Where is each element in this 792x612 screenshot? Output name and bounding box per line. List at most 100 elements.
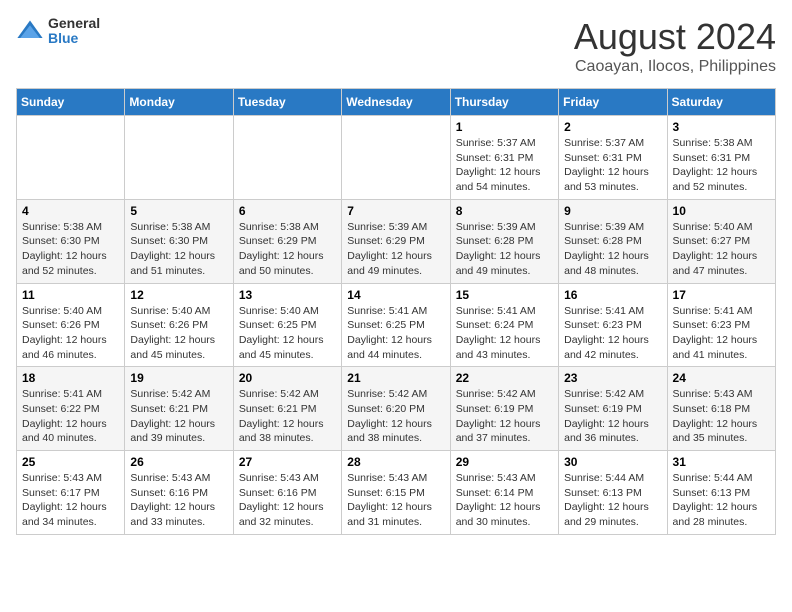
calendar-cell: 7 Sunrise: 5:39 AMSunset: 6:29 PMDaylight… (342, 199, 450, 283)
day-info: Sunrise: 5:40 AMSunset: 6:25 PMDaylight:… (239, 304, 336, 363)
day-info: Sunrise: 5:37 AMSunset: 6:31 PMDaylight:… (564, 136, 661, 195)
day-number: 21 (347, 371, 444, 385)
page-header: General Blue August 2024 Caoayan, Ilocos… (16, 16, 776, 76)
day-info: Sunrise: 5:41 AMSunset: 6:23 PMDaylight:… (564, 304, 661, 363)
calendar-cell: 30 Sunrise: 5:44 AMSunset: 6:13 PMDayligh… (559, 451, 667, 535)
calendar-cell (342, 116, 450, 200)
day-number: 15 (456, 288, 553, 302)
day-number: 2 (564, 120, 661, 134)
calendar-cell: 29 Sunrise: 5:43 AMSunset: 6:14 PMDayligh… (450, 451, 558, 535)
weekday-header-saturday: Saturday (667, 89, 775, 116)
logo-general: General (48, 16, 100, 31)
day-info: Sunrise: 5:43 AMSunset: 6:15 PMDaylight:… (347, 471, 444, 530)
day-number: 10 (673, 204, 770, 218)
calendar-table: SundayMondayTuesdayWednesdayThursdayFrid… (16, 88, 776, 535)
day-info: Sunrise: 5:40 AMSunset: 6:27 PMDaylight:… (673, 220, 770, 279)
day-info: Sunrise: 5:43 AMSunset: 6:14 PMDaylight:… (456, 471, 553, 530)
calendar-cell (125, 116, 233, 200)
calendar-cell: 16Sunrise: 5:41 AMSunset: 6:23 PMDayligh… (559, 283, 667, 367)
calendar-cell: 21Sunrise: 5:42 AMSunset: 6:20 PMDayligh… (342, 367, 450, 451)
calendar-cell: 17 Sunrise: 5:41 AMSunset: 6:23 PMDayligh… (667, 283, 775, 367)
day-number: 6 (239, 204, 336, 218)
day-number: 5 (130, 204, 227, 218)
calendar-cell: 1Sunrise: 5:37 AMSunset: 6:31 PMDaylight… (450, 116, 558, 200)
day-info: Sunrise: 5:39 AMSunset: 6:29 PMDaylight:… (347, 220, 444, 279)
logo-text: General Blue (48, 16, 100, 47)
calendar-week-row: 1Sunrise: 5:37 AMSunset: 6:31 PMDaylight… (17, 116, 776, 200)
day-number: 7 (347, 204, 444, 218)
day-number: 17 (673, 288, 770, 302)
day-info: Sunrise: 5:40 AMSunset: 6:26 PMDaylight:… (130, 304, 227, 363)
calendar-cell: 19 Sunrise: 5:42 AMSunset: 6:21 PMDayligh… (125, 367, 233, 451)
day-info: Sunrise: 5:44 AMSunset: 6:13 PMDaylight:… (564, 471, 661, 530)
day-number: 24 (673, 371, 770, 385)
calendar-cell (17, 116, 125, 200)
calendar-cell: 18Sunrise: 5:41 AMSunset: 6:22 PMDayligh… (17, 367, 125, 451)
day-info: Sunrise: 5:43 AMSunset: 6:16 PMDaylight:… (239, 471, 336, 530)
calendar-cell: 2 Sunrise: 5:37 AMSunset: 6:31 PMDaylight… (559, 116, 667, 200)
day-number: 28 (347, 455, 444, 469)
calendar-cell: 31 Sunrise: 5:44 AMSunset: 6:13 PMDayligh… (667, 451, 775, 535)
logo-blue: Blue (48, 31, 100, 46)
day-number: 30 (564, 455, 661, 469)
calendar-cell: 27 Sunrise: 5:43 AMSunset: 6:16 PMDayligh… (233, 451, 341, 535)
calendar-cell: 6 Sunrise: 5:38 AMSunset: 6:29 PMDaylight… (233, 199, 341, 283)
calendar-week-row: 25 Sunrise: 5:43 AMSunset: 6:17 PMDayligh… (17, 451, 776, 535)
day-number: 23 (564, 371, 661, 385)
day-info: Sunrise: 5:41 AMSunset: 6:24 PMDaylight:… (456, 304, 553, 363)
calendar-week-row: 4Sunrise: 5:38 AMSunset: 6:30 PMDaylight… (17, 199, 776, 283)
day-number: 22 (456, 371, 553, 385)
title-block: August 2024 Caoayan, Ilocos, Philippines (574, 16, 776, 76)
day-number: 19 (130, 371, 227, 385)
day-number: 25 (22, 455, 119, 469)
calendar-cell: 14 Sunrise: 5:41 AMSunset: 6:25 PMDayligh… (342, 283, 450, 367)
calendar-cell: 26 Sunrise: 5:43 AMSunset: 6:16 PMDayligh… (125, 451, 233, 535)
day-info: Sunrise: 5:43 AMSunset: 6:17 PMDaylight:… (22, 471, 119, 530)
calendar-cell: 15 Sunrise: 5:41 AMSunset: 6:24 PMDayligh… (450, 283, 558, 367)
day-number: 18 (22, 371, 119, 385)
calendar-week-row: 11 Sunrise: 5:40 AMSunset: 6:26 PMDayligh… (17, 283, 776, 367)
calendar-cell: 13Sunrise: 5:40 AMSunset: 6:25 PMDayligh… (233, 283, 341, 367)
day-info: Sunrise: 5:42 AMSunset: 6:21 PMDaylight:… (130, 387, 227, 446)
day-info: Sunrise: 5:39 AMSunset: 6:28 PMDaylight:… (564, 220, 661, 279)
calendar-cell: 9 Sunrise: 5:39 AMSunset: 6:28 PMDaylight… (559, 199, 667, 283)
day-number: 27 (239, 455, 336, 469)
weekday-header-sunday: Sunday (17, 89, 125, 116)
day-info: Sunrise: 5:41 AMSunset: 6:25 PMDaylight:… (347, 304, 444, 363)
day-info: Sunrise: 5:43 AMSunset: 6:18 PMDaylight:… (673, 387, 770, 446)
calendar-cell: 11 Sunrise: 5:40 AMSunset: 6:26 PMDayligh… (17, 283, 125, 367)
day-info: Sunrise: 5:38 AMSunset: 6:29 PMDaylight:… (239, 220, 336, 279)
calendar-cell: 8Sunrise: 5:39 AMSunset: 6:28 PMDaylight… (450, 199, 558, 283)
day-number: 26 (130, 455, 227, 469)
calendar-cell (233, 116, 341, 200)
day-number: 20 (239, 371, 336, 385)
day-info: Sunrise: 5:44 AMSunset: 6:13 PMDaylight:… (673, 471, 770, 530)
calendar-cell: 22Sunrise: 5:42 AMSunset: 6:19 PMDayligh… (450, 367, 558, 451)
calendar-cell: 28 Sunrise: 5:43 AMSunset: 6:15 PMDayligh… (342, 451, 450, 535)
calendar-cell: 10 Sunrise: 5:40 AMSunset: 6:27 PMDayligh… (667, 199, 775, 283)
day-number: 29 (456, 455, 553, 469)
day-info: Sunrise: 5:42 AMSunset: 6:19 PMDaylight:… (564, 387, 661, 446)
day-number: 9 (564, 204, 661, 218)
day-number: 31 (673, 455, 770, 469)
day-info: Sunrise: 5:43 AMSunset: 6:16 PMDaylight:… (130, 471, 227, 530)
day-number: 8 (456, 204, 553, 218)
calendar-cell: 5Sunrise: 5:38 AMSunset: 6:30 PMDaylight… (125, 199, 233, 283)
calendar-cell: 4Sunrise: 5:38 AMSunset: 6:30 PMDaylight… (17, 199, 125, 283)
calendar-cell: 3Sunrise: 5:38 AMSunset: 6:31 PMDaylight… (667, 116, 775, 200)
calendar-cell: 23 Sunrise: 5:42 AMSunset: 6:19 PMDayligh… (559, 367, 667, 451)
calendar-subtitle: Caoayan, Ilocos, Philippines (574, 58, 776, 76)
calendar-cell: 24 Sunrise: 5:43 AMSunset: 6:18 PMDayligh… (667, 367, 775, 451)
day-number: 11 (22, 288, 119, 302)
day-number: 3 (673, 120, 770, 134)
weekday-header-monday: Monday (125, 89, 233, 116)
day-info: Sunrise: 5:40 AMSunset: 6:26 PMDaylight:… (22, 304, 119, 363)
day-info: Sunrise: 5:41 AMSunset: 6:23 PMDaylight:… (673, 304, 770, 363)
calendar-cell: 20Sunrise: 5:42 AMSunset: 6:21 PMDayligh… (233, 367, 341, 451)
weekday-header-friday: Friday (559, 89, 667, 116)
day-number: 14 (347, 288, 444, 302)
calendar-cell: 12Sunrise: 5:40 AMSunset: 6:26 PMDayligh… (125, 283, 233, 367)
logo: General Blue (16, 16, 100, 47)
calendar-title: August 2024 (574, 16, 776, 58)
weekday-header-tuesday: Tuesday (233, 89, 341, 116)
